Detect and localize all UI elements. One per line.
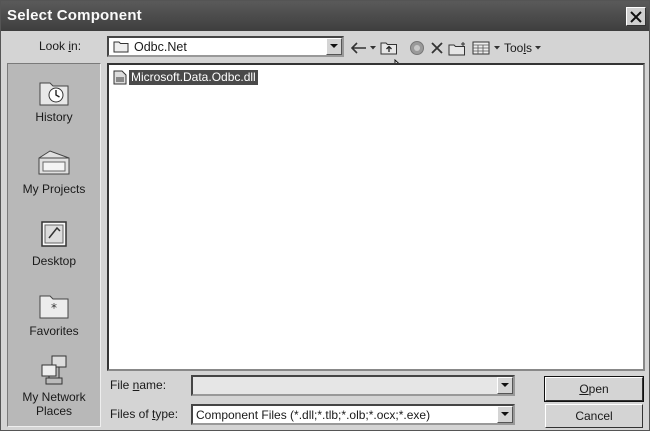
favorites-icon: * xyxy=(39,295,69,319)
file-name-dropdown-arrow[interactable] xyxy=(497,377,513,394)
title-bar[interactable]: Select Component xyxy=(1,1,649,31)
up-folder-icon xyxy=(380,42,397,55)
places-my-network-places[interactable]: My Network Places xyxy=(8,354,100,418)
look-in-dropdown[interactable]: Odbc.Net xyxy=(107,36,344,57)
tools-label: Tools xyxy=(504,41,533,55)
up-one-level-button[interactable] xyxy=(380,38,398,58)
network-places-icon xyxy=(41,355,67,385)
chevron-down-icon xyxy=(330,44,338,48)
places-my-projects[interactable]: My Projects xyxy=(8,148,100,196)
open-button[interactable]: Open xyxy=(544,376,644,402)
file-name-label: File name: xyxy=(110,378,167,392)
files-of-type-value: Component Files (*.dll;*.tlb;*.olb;*.ocx… xyxy=(196,408,431,422)
delete-icon xyxy=(431,42,443,54)
places-my-network-places-label: My Network Places xyxy=(22,390,86,418)
chevron-down-icon xyxy=(370,46,376,50)
look-in-value: Odbc.Net xyxy=(134,39,187,54)
places-my-projects-label: My Projects xyxy=(22,182,86,196)
close-icon xyxy=(630,10,642,23)
file-list[interactable]: Microsoft.Data.Odbc.dll xyxy=(107,63,645,371)
search-web-button[interactable] xyxy=(408,38,426,58)
back-button[interactable] xyxy=(351,38,376,58)
create-new-folder-button[interactable] xyxy=(448,38,468,58)
search-web-icon xyxy=(410,41,424,55)
desktop-icon xyxy=(41,221,67,247)
views-icon xyxy=(472,41,490,55)
files-of-type-dropdown[interactable]: Component Files (*.dll;*.tlb;*.olb;*.ocx… xyxy=(191,404,515,425)
file-list-item[interactable]: Microsoft.Data.Odbc.dll xyxy=(113,69,258,85)
dialog-title: Select Component xyxy=(7,7,142,24)
svg-text:*: * xyxy=(51,301,57,315)
new-folder-icon xyxy=(448,41,465,55)
places-favorites-label: Favorites xyxy=(29,324,79,338)
back-arrow-icon xyxy=(351,42,366,54)
dll-file-icon xyxy=(113,70,127,84)
file-name: Microsoft.Data.Odbc.dll xyxy=(129,69,258,85)
toolbar: Tools xyxy=(351,37,545,59)
places-desktop[interactable]: Desktop xyxy=(8,218,100,268)
places-history[interactable]: History xyxy=(8,78,100,124)
cancel-button[interactable]: Cancel xyxy=(545,404,643,428)
look-in-dropdown-arrow[interactable] xyxy=(326,38,342,55)
chevron-down-icon xyxy=(501,412,509,416)
select-component-dialog: Select Component Look in: Odbc.Net Tools… xyxy=(0,0,650,431)
file-name-field[interactable] xyxy=(191,375,515,396)
close-button[interactable] xyxy=(626,7,646,26)
places-bar: History My Projects Desktop * Favorites xyxy=(7,63,101,427)
chevron-down-icon xyxy=(535,46,542,50)
chevron-down-icon xyxy=(494,46,500,50)
places-history-label: History xyxy=(35,110,73,124)
look-in-label: Look in: xyxy=(39,39,82,53)
delete-button[interactable] xyxy=(430,38,444,58)
folder-icon xyxy=(113,41,129,53)
my-projects-icon xyxy=(38,150,70,175)
history-icon xyxy=(39,82,69,106)
tools-menu-button[interactable]: Tools xyxy=(504,38,542,58)
places-favorites[interactable]: * Favorites xyxy=(8,290,100,338)
chevron-down-icon xyxy=(501,383,509,387)
places-desktop-label: Desktop xyxy=(31,254,77,268)
views-button[interactable] xyxy=(472,38,500,58)
files-of-type-dropdown-arrow[interactable] xyxy=(497,406,513,423)
files-of-type-label: Files of type: xyxy=(110,407,179,421)
